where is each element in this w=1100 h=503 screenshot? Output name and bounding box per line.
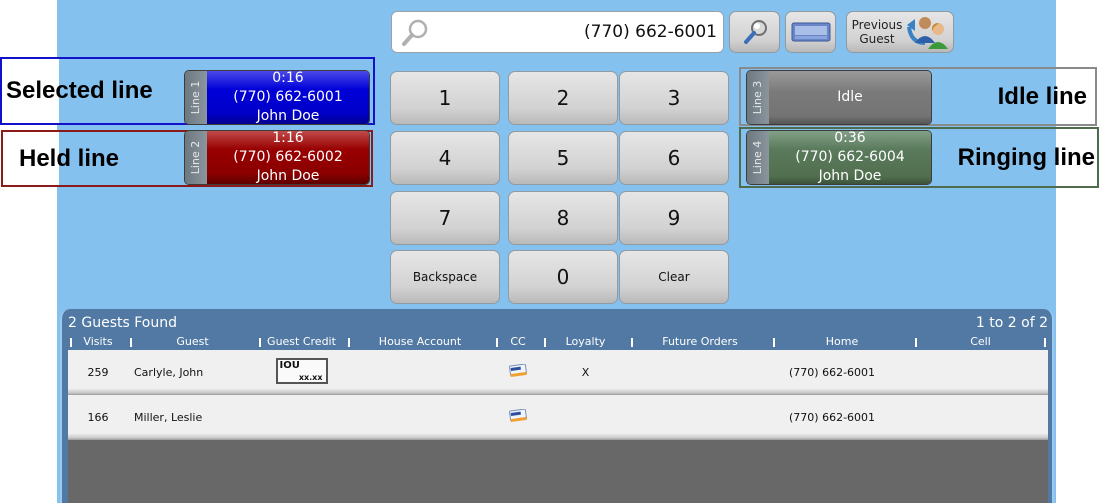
line-phone: (770) 662-6002 [233,149,343,165]
guest-results-panel: 2 Guests Found 1 to 2 of 2 Visits Guest … [60,309,1054,503]
line-status: Idle [837,89,863,105]
cell-home: (770) 662-6001 [789,411,876,424]
keypad-key-1[interactable]: 1 [390,71,500,125]
line-phone: (770) 662-6004 [795,149,905,165]
credit-card-icon [509,363,527,378]
cell-guest: Carlyle, John [134,366,204,379]
search-button[interactable] [729,11,780,53]
keypad-key-backspace[interactable]: Backspace [390,250,500,304]
table-row[interactable]: 166 Miller, Leslie (770) 662-6001 [68,395,1048,440]
cell-guest-credit: IOU xx.xx [257,358,346,387]
keyboard-icon [791,22,830,42]
column-header-loyalty[interactable]: Loyalty [542,335,629,349]
keypad-key-4[interactable]: 4 [390,131,500,185]
line-2-button[interactable]: Line 2 1:16 (770) 662-6002 John Doe [184,130,370,185]
line-caller-name: John Doe [818,168,882,184]
table-row[interactable]: 259 Carlyle, John IOU xx.xx X (770) 662-… [68,350,1048,395]
previous-guest-button[interactable]: Previous Guest [846,11,954,53]
line-phone: (770) 662-6001 [233,89,343,105]
guest-table: 259 Carlyle, John IOU xx.xx X (770) 662-… [68,350,1048,503]
column-header-house-account[interactable]: House Account [346,335,494,349]
search-field[interactable] [391,11,724,53]
search-input[interactable] [437,12,717,52]
cell-visits: 166 [87,411,109,424]
keypad-key-8[interactable]: 8 [508,191,618,245]
keypad-key-clear[interactable]: Clear [619,250,729,304]
keypad-key-7[interactable]: 7 [390,191,500,245]
table-header: Visits Guest Guest Credit House Account … [68,335,1048,349]
keypad-key-3[interactable]: 3 [619,71,729,125]
keypad-key-0[interactable]: 0 [508,250,618,304]
column-header-cell[interactable]: Cell [913,335,1048,349]
column-header-visits[interactable]: Visits [68,335,128,349]
previous-guest-label: Previous Guest [851,18,903,46]
guests-found-title: 2 Guests Found [68,315,177,331]
line-timer: 1:16 [272,130,304,146]
line-caller-name: John Doe [256,108,320,124]
keypad-key-9[interactable]: 9 [619,191,729,245]
line-1-button[interactable]: Line 1 0:16 (770) 662-6001 John Doe [184,70,370,125]
iou-icon: IOU xx.xx [275,358,328,384]
line-tab: Line 2 [185,131,207,184]
credit-card-icon [509,408,527,423]
keypad-key-6[interactable]: 6 [619,131,729,185]
line-4-button[interactable]: Line 4 0:36 (770) 662-6004 John Doe [746,130,932,185]
cell-guest: Miller, Leslie [134,411,203,424]
line-timer: 0:36 [834,130,866,146]
cell-cc [494,363,542,381]
line-timer: 0:16 [272,70,304,86]
line-caller-name: John Doe [256,168,320,184]
line-3-button[interactable]: Line 3 Idle [746,70,932,125]
line-tab: Line 4 [747,131,769,184]
previous-guest-icon [907,17,948,49]
column-header-guest-credit[interactable]: Guest Credit [257,335,346,349]
cell-home: (770) 662-6001 [789,366,876,379]
cell-loyalty: X [581,366,590,379]
results-range: 1 to 2 of 2 [975,315,1048,331]
cell-cc [494,408,542,426]
column-header-home[interactable]: Home [771,335,913,349]
search-icon [743,20,767,44]
column-header-cc[interactable]: CC [494,335,542,349]
line-tab: Line 3 [747,71,769,124]
keypad-key-2[interactable]: 2 [508,71,618,125]
line-tab: Line 1 [185,71,207,124]
column-header-guest[interactable]: Guest [128,335,257,349]
keypad-key-5[interactable]: 5 [508,131,618,185]
column-header-future-orders[interactable]: Future Orders [629,335,771,349]
cell-visits: 259 [87,366,109,379]
magnifier-icon [402,19,428,46]
keyboard-button[interactable] [785,11,836,53]
